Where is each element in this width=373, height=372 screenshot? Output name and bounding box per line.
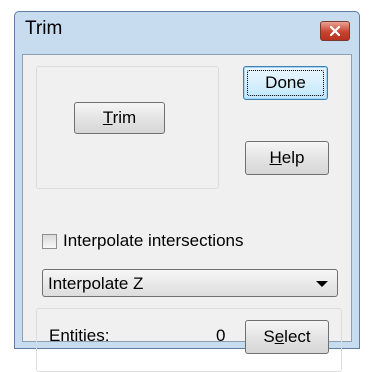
window-title: Trim <box>25 18 63 39</box>
select-button-label: Select <box>263 327 311 346</box>
interpolate-mode-value: Interpolate Z <box>48 274 144 293</box>
entities-label: Entities: <box>49 326 110 345</box>
help-button-label: Help <box>269 148 305 167</box>
done-button[interactable]: Done <box>243 66 328 100</box>
trim-dialog-window: Trim Trim Done Help Interpolate intersec… <box>14 11 360 372</box>
chevron-down-icon <box>316 281 328 287</box>
done-button-label: Done <box>265 73 306 92</box>
entities-count: 0 <box>216 326 226 345</box>
trim-button-label: Trim <box>102 108 137 127</box>
close-icon <box>330 26 340 36</box>
interpolate-intersections-option[interactable]: Interpolate intersections <box>42 231 244 251</box>
trim-button[interactable]: Trim <box>74 102 165 134</box>
interpolate-mode-dropdown[interactable]: Interpolate Z <box>42 269 338 297</box>
interpolate-intersections-label: Interpolate intersections <box>63 231 244 250</box>
select-button[interactable]: Select <box>245 320 329 354</box>
close-button[interactable] <box>320 21 350 41</box>
help-button[interactable]: Help <box>245 141 329 175</box>
dialog-body: Trim Done Help Interpolate intersections… <box>22 54 352 372</box>
interpolate-intersections-checkbox[interactable] <box>42 233 57 249</box>
